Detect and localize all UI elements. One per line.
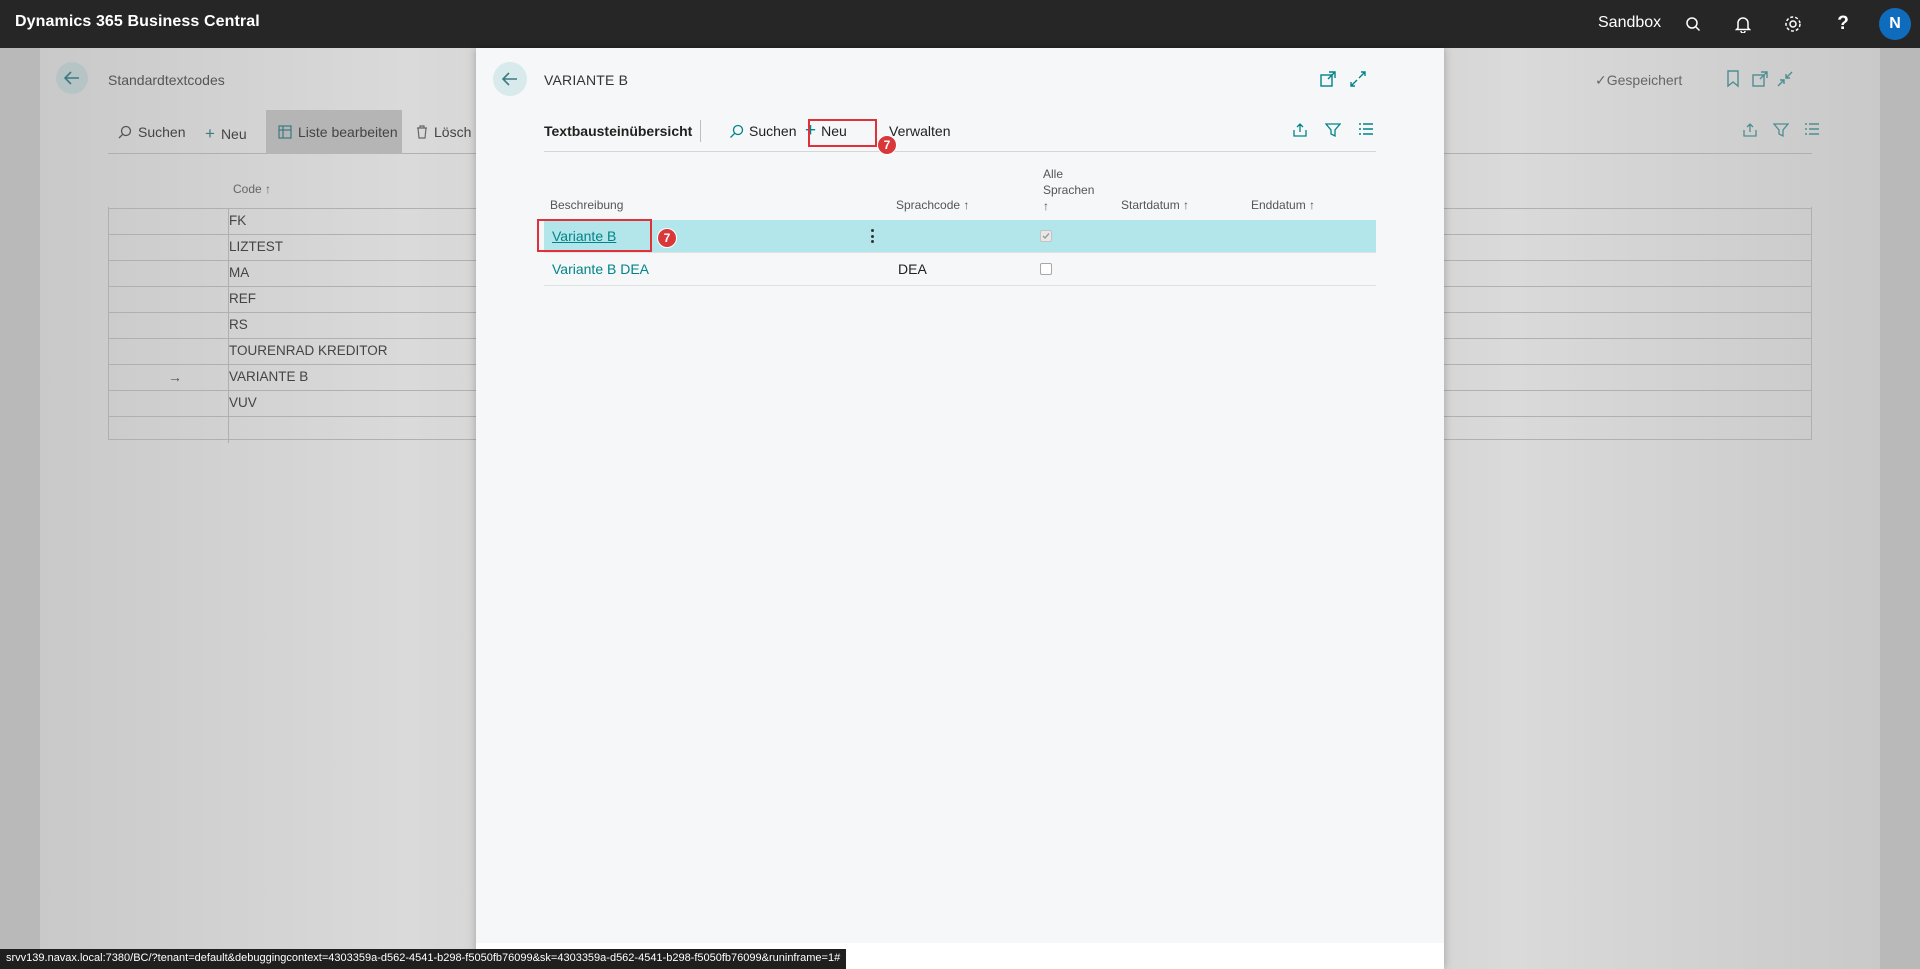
filter-icon[interactable]: [1772, 122, 1791, 140]
app-bar: Dynamics 365 Business Central Sandbox ? …: [0, 0, 1920, 48]
bg-new-button[interactable]: + Neu: [205, 124, 247, 144]
share-icon[interactable]: [1292, 122, 1310, 140]
plus-icon: +: [205, 124, 215, 143]
all-languages-checkbox[interactable]: [1040, 230, 1052, 242]
check-icon: ✓: [1595, 72, 1607, 88]
search-icon: [118, 125, 132, 139]
dialog: VARIANTE B Textbausteinübersicht Suchen …: [476, 48, 1444, 969]
filter-icon[interactable]: [1324, 122, 1343, 140]
all-languages-checkbox[interactable]: [1040, 263, 1052, 275]
toolbar-heading: Textbausteinübersicht: [544, 123, 693, 139]
description-highlight: [537, 219, 652, 252]
bg-search-label: Suchen: [138, 124, 186, 140]
column-all-languages-line2: Sprachen: [1043, 183, 1095, 197]
back-icon[interactable]: [56, 62, 88, 94]
dialog-toolbar: Textbausteinübersicht Suchen + Neu Verwa…: [544, 110, 1376, 152]
bg-column-code[interactable]: Code ↑: [233, 182, 271, 196]
help-icon[interactable]: ?: [1833, 13, 1853, 34]
trash-icon: [417, 125, 427, 139]
manage-label: Verwalten: [889, 123, 951, 139]
new-button-highlight: [808, 119, 877, 147]
avatar[interactable]: N: [1879, 8, 1911, 40]
row-menu-icon[interactable]: [868, 226, 876, 246]
sort-arrow-icon: ↑: [1043, 199, 1049, 213]
bg-column-code-label: Code: [233, 182, 262, 196]
column-description[interactable]: Beschreibung: [550, 198, 623, 212]
bg-delete-button[interactable]: Lösch: [416, 124, 471, 140]
sort-arrow-icon: ↑: [963, 198, 970, 212]
toolbar-separator: [700, 120, 701, 142]
column-all-languages-line1: Alle: [1043, 167, 1064, 181]
app-title[interactable]: Dynamics 365 Business Central: [15, 13, 260, 31]
environment-label: Sandbox: [1598, 14, 1662, 31]
expand-icon[interactable]: [1349, 70, 1367, 88]
bookmark-icon[interactable]: [1726, 70, 1744, 88]
search-icon: [730, 124, 744, 138]
bg-new-label: Neu: [220, 126, 247, 142]
search-label: Suchen: [749, 123, 797, 139]
sort-arrow-icon: ↑: [1183, 198, 1190, 212]
step-badge-row: 7: [657, 228, 677, 248]
column-start-date[interactable]: Startdatum ↑: [1121, 198, 1189, 212]
gear-icon[interactable]: [1783, 14, 1803, 34]
page-title: Standardtextcodes: [108, 72, 225, 88]
open-new-window-icon[interactable]: [1751, 70, 1769, 88]
saved-label: Gespeichert: [1606, 72, 1683, 88]
status-bar-url: srvv139.navax.local:7380/BC/?tenant=defa…: [0, 949, 847, 969]
share-icon[interactable]: [1742, 122, 1760, 140]
bg-delete-label: Lösch: [434, 124, 472, 140]
column-end-date-label: Enddatum: [1251, 198, 1306, 212]
table-row[interactable]: Variante B DEA DEA: [544, 253, 1376, 286]
column-language-code-label: Sprachcode: [896, 198, 961, 212]
collapse-icon[interactable]: [1776, 70, 1794, 88]
sort-arrow-icon: ↑: [265, 182, 272, 196]
step-badge-new: 7: [877, 135, 897, 155]
bg-edit-list-label: Liste bearbeiten: [298, 124, 398, 140]
sort-arrow-icon: ↑: [1309, 198, 1316, 212]
dialog-title: VARIANTE B: [544, 72, 629, 88]
saved-status: ✓Gespeichert: [1595, 72, 1682, 89]
bell-icon[interactable]: [1733, 14, 1753, 34]
list-view-icon[interactable]: [1358, 122, 1376, 140]
manage-button[interactable]: Verwalten: [889, 123, 950, 139]
edit-list-icon: [278, 125, 292, 139]
column-end-date[interactable]: Enddatum ↑: [1251, 198, 1315, 212]
back-icon[interactable]: [493, 62, 527, 96]
dialog-content: VARIANTE B Textbausteinübersicht Suchen …: [476, 48, 1444, 943]
description-link[interactable]: Variante B DEA: [552, 261, 649, 277]
column-all-languages[interactable]: Alle Sprachen ↑: [1043, 166, 1094, 214]
column-language-code[interactable]: Sprachcode ↑: [896, 198, 969, 212]
open-new-window-icon[interactable]: [1319, 70, 1337, 88]
column-start-date-label: Startdatum: [1121, 198, 1180, 212]
language-code-cell: DEA: [898, 261, 927, 277]
bg-search-button[interactable]: Suchen: [118, 124, 185, 140]
list-view-icon[interactable]: [1804, 122, 1822, 140]
search-button[interactable]: Suchen: [729, 123, 796, 139]
bg-edit-list-button[interactable]: Liste bearbeiten: [278, 124, 398, 140]
search-icon[interactable]: [1683, 14, 1703, 34]
